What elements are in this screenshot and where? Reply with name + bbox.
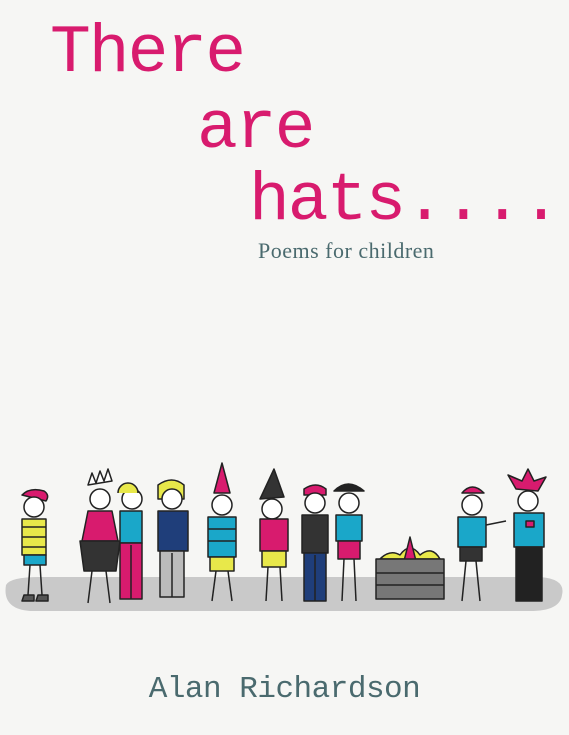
child-figure bbox=[157, 479, 189, 598]
child-figure bbox=[117, 482, 143, 600]
subtitle: Poems for children bbox=[258, 238, 435, 263]
title-line-3: hats.... bbox=[249, 163, 561, 240]
author-name: Alan Richardson bbox=[148, 672, 421, 707]
children-in-hats-illustration bbox=[5, 462, 563, 611]
dress-up-box bbox=[375, 536, 445, 600]
title-line-1: There bbox=[50, 15, 246, 92]
title-line-2: are bbox=[197, 91, 315, 168]
child-figure bbox=[301, 484, 329, 602]
